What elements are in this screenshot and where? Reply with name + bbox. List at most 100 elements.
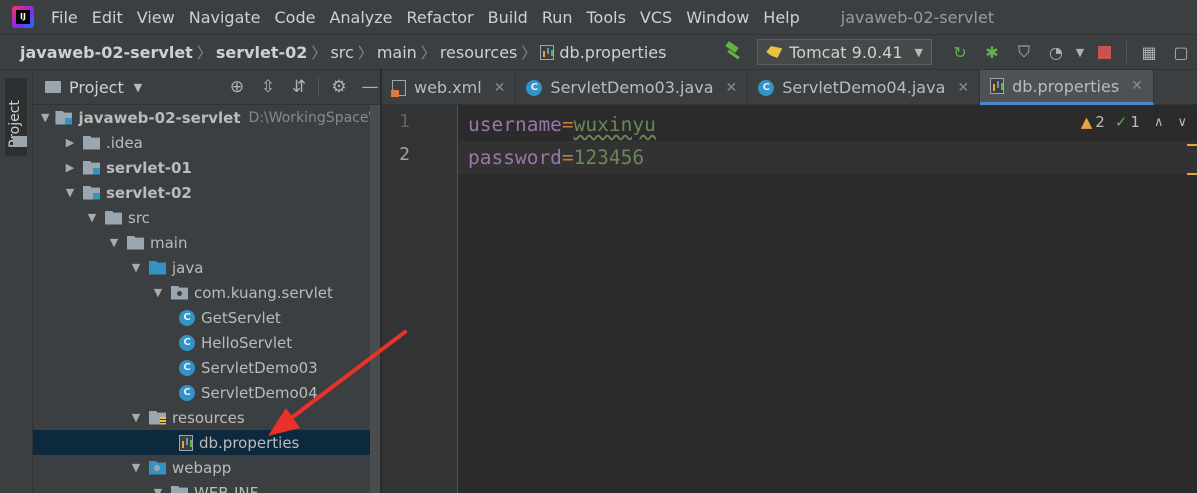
chevron-down-icon[interactable]: ▼ (129, 411, 143, 424)
build-hammer-icon[interactable] (723, 42, 743, 62)
gear-icon[interactable]: ⚙ (328, 77, 350, 97)
stop-icon[interactable] (1093, 41, 1115, 63)
intellij-logo-icon (12, 6, 34, 28)
menu-tools[interactable]: Tools (580, 8, 633, 27)
project-panel-title[interactable]: Project (69, 78, 124, 97)
tab-label: ServletDemo03.java (550, 78, 714, 97)
java-class-icon: C (758, 79, 775, 96)
source-folder-icon (149, 260, 166, 275)
chevron-down-icon[interactable]: ▼ (151, 486, 165, 493)
menu-vcs[interactable]: VCS (633, 8, 679, 27)
breadcrumb-main[interactable]: main (377, 43, 417, 62)
java-class-icon: C (179, 359, 195, 376)
line-number-gutter: 1 2 (382, 105, 458, 493)
more-run-chevron-icon[interactable]: ▼ (1074, 41, 1086, 63)
menu-analyze[interactable]: Analyze (322, 8, 399, 27)
tree-item-servletdemo04[interactable]: C ServletDemo04 (33, 380, 381, 405)
tree-item-getservlet[interactable]: C GetServlet (33, 305, 381, 330)
tree-item-main[interactable]: ▼ main (33, 230, 381, 255)
menu-help[interactable]: Help (756, 8, 806, 27)
tree-item-web-inf[interactable]: ▼ WEB-INF (33, 480, 381, 493)
tree-item-db-properties[interactable]: db.properties (33, 430, 381, 455)
chevron-right-icon[interactable]: ▶ (63, 136, 77, 149)
coverage-shield-icon[interactable]: ⛉ (1013, 41, 1035, 63)
chevron-down-icon[interactable]: ▼ (129, 461, 143, 474)
close-icon[interactable]: ✕ (957, 80, 969, 96)
tab-servletdemo03[interactable]: C ServletDemo03.java ✕ (516, 70, 749, 105)
panel-separator (318, 77, 319, 97)
locate-file-crosshair-icon[interactable]: ⊕ (226, 77, 248, 97)
project-tree-scrollbar[interactable] (370, 105, 380, 493)
breadcrumb-src[interactable]: src (330, 43, 353, 62)
web-folder-icon (149, 460, 166, 475)
tree-item-project-root[interactable]: ▼ javaweb-02-servlet D:\WorkingSpace\Ic (33, 105, 381, 130)
menu-code[interactable]: Code (268, 8, 323, 27)
breadcrumb-file[interactable]: db.properties (540, 43, 666, 62)
properties-file-icon (990, 78, 1005, 94)
module-folder-icon (83, 185, 100, 200)
folder-icon (105, 210, 122, 225)
xml-file-icon (391, 79, 406, 97)
tree-item-idea[interactable]: ▶ .idea (33, 130, 381, 155)
error-stripe-mark[interactable] (1187, 173, 1197, 175)
chevron-down-icon[interactable]: ▼ (129, 261, 143, 274)
breadcrumb-project[interactable]: javaweb-02-servlet (0, 43, 193, 62)
menu-navigate[interactable]: Navigate (182, 8, 268, 27)
close-icon[interactable]: ✕ (494, 80, 506, 96)
menu-view[interactable]: View (130, 8, 182, 27)
menu-edit[interactable]: Edit (85, 8, 130, 27)
breadcrumb-resources[interactable]: resources (440, 43, 518, 62)
run-configuration-select[interactable]: Tomcat 9.0.41 ▼ (757, 39, 932, 65)
menu-window[interactable]: Window (679, 8, 756, 27)
tree-item-webapp[interactable]: ▼ webapp (33, 455, 381, 480)
profiler-icon[interactable]: ◔ (1045, 41, 1067, 63)
menu-run[interactable]: Run (535, 8, 580, 27)
tree-item-servletdemo03[interactable]: C ServletDemo03 (33, 355, 381, 380)
tab-db-properties[interactable]: db.properties ✕ (980, 70, 1154, 105)
tree-item-resources[interactable]: ▼ resources (33, 405, 381, 430)
menu-refactor[interactable]: Refactor (400, 8, 481, 27)
chevron-down-icon[interactable]: ▼ (85, 211, 99, 224)
tree-item-helloservlet[interactable]: C HelloServlet (33, 330, 381, 355)
chevron-down-icon[interactable]: ▼ (151, 286, 165, 299)
rerun-icon[interactable]: ↻ (949, 41, 971, 63)
window-title: javaweb-02-servlet (840, 7, 995, 27)
tab-web-xml[interactable]: web.xml ✕ (382, 70, 517, 105)
tree-item-servlet-01[interactable]: ▶ servlet-01 (33, 155, 381, 180)
expand-all-icon[interactable]: ⇳ (257, 77, 279, 97)
chevron-down-icon[interactable]: ▼ (41, 111, 49, 124)
tree-item-label: src (128, 208, 150, 227)
previous-highlight-chevron-up-icon[interactable]: ∧ (1154, 115, 1164, 130)
tree-item-src[interactable]: ▼ src (33, 205, 381, 230)
next-highlight-chevron-down-icon[interactable]: ∨ (1177, 115, 1187, 130)
tree-item-package[interactable]: ▼ com.kuang.servlet (33, 280, 381, 305)
java-class-icon: C (179, 384, 195, 401)
chevron-down-icon[interactable]: ▼ (107, 236, 121, 249)
close-icon[interactable]: ✕ (1131, 78, 1143, 94)
folder-icon (45, 81, 61, 93)
menu-file[interactable]: File (44, 8, 85, 27)
layout-icon[interactable]: ▢ (1170, 41, 1192, 63)
project-tool-tab[interactable]: Project (5, 78, 27, 156)
folder-icon (127, 235, 144, 250)
code-line[interactable]: password=123456 (458, 141, 1197, 174)
chevron-right-icon[interactable]: ▶ (63, 161, 77, 174)
hide-panel-minus-icon[interactable]: — (359, 77, 381, 97)
tree-item-java[interactable]: ▼ java (33, 255, 381, 280)
close-icon[interactable]: ✕ (726, 80, 738, 96)
navigation-bar: javaweb-02-servlet 〉 servlet-02 〉 src 〉 … (0, 34, 1197, 70)
inspection-widget[interactable]: ▲ 2 ✓ 1 ∧ ∨ (1081, 113, 1187, 131)
chevron-down-icon[interactable]: ▼ (63, 186, 77, 199)
collapse-all-icon[interactable]: ⇵ (288, 77, 310, 97)
tree-item-servlet-02[interactable]: ▼ servlet-02 (33, 180, 381, 205)
debug-bug-icon[interactable]: ✱ (981, 41, 1003, 63)
breadcrumb-module[interactable]: servlet-02 (216, 43, 308, 62)
project-structure-icon[interactable]: ▦ (1138, 41, 1160, 63)
tree-item-label: ServletDemo04 (201, 383, 318, 402)
menu-build[interactable]: Build (481, 8, 535, 27)
code-editor[interactable]: 1 2 username=wuxinyu password=123456 ▲ 2… (382, 105, 1197, 493)
tab-servletdemo04[interactable]: C ServletDemo04.java ✕ (748, 70, 981, 105)
chevron-down-icon[interactable]: ▼ (134, 81, 142, 94)
line-number: 1 (399, 111, 410, 132)
error-stripe-mark[interactable] (1187, 144, 1197, 146)
